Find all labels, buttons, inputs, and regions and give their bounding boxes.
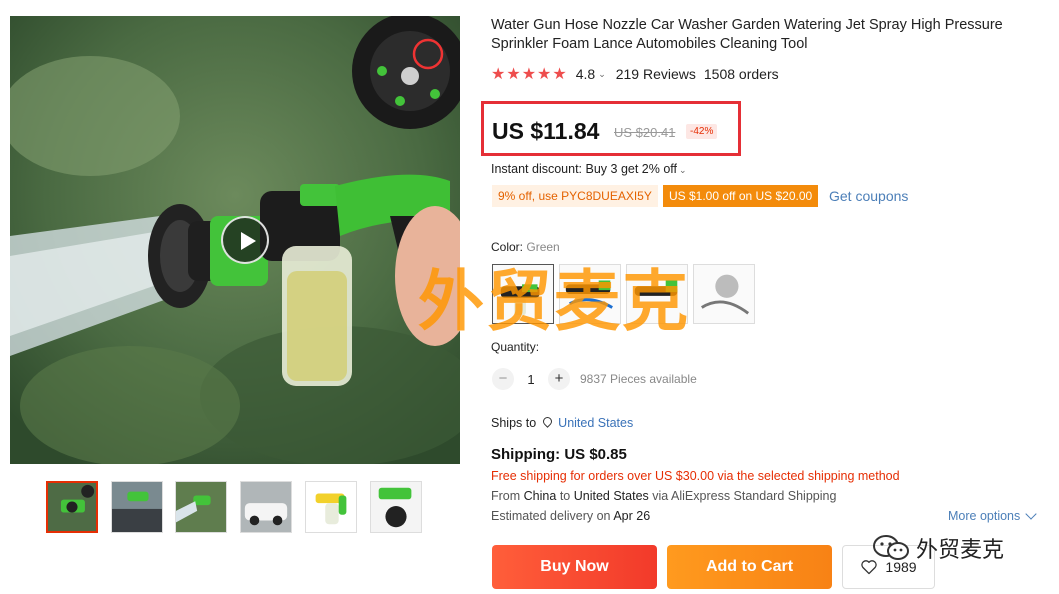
current-price: US $11.84 bbox=[492, 118, 600, 144]
estimated-delivery: Estimated delivery on Apr 26 bbox=[491, 509, 650, 523]
chevron-down-icon: ⌄ bbox=[679, 165, 687, 175]
instant-discount-text: Instant discount: Buy 3 get 2% off bbox=[491, 162, 677, 176]
color-swatch-0[interactable] bbox=[492, 264, 554, 324]
quantity-decrease-button[interactable]: − bbox=[492, 368, 514, 390]
add-to-cart-button[interactable]: Add to Cart bbox=[667, 545, 832, 589]
original-price: US $20.41 bbox=[614, 125, 676, 140]
shipping-route: From China to United States via AliExpre… bbox=[491, 489, 836, 503]
ships-to-country[interactable]: United States bbox=[558, 416, 633, 430]
chevron-down-icon bbox=[1025, 508, 1037, 520]
quantity-label: Quantity: bbox=[491, 340, 540, 354]
shipping-cost: Shipping: US $0.85 bbox=[491, 446, 627, 463]
buy-now-button[interactable]: Buy Now bbox=[492, 545, 657, 589]
ships-to-row: Ships to United States bbox=[491, 416, 633, 430]
play-video-button[interactable] bbox=[221, 216, 269, 264]
orders-count: 1508 orders bbox=[703, 66, 779, 82]
ships-to-label: Ships to bbox=[491, 416, 537, 430]
quantity-increase-button[interactable]: + bbox=[548, 368, 570, 390]
color-swatch-3[interactable] bbox=[693, 264, 755, 324]
heart-icon bbox=[861, 560, 878, 575]
thumbnail-4[interactable] bbox=[305, 481, 357, 533]
from-country: China bbox=[523, 489, 557, 503]
color-label-text: Color: bbox=[491, 240, 524, 254]
to-country: United States bbox=[573, 489, 649, 503]
from-prefix: From bbox=[491, 489, 521, 503]
shipping-method: via AliExpress Standard Shipping bbox=[652, 489, 837, 503]
thumbnail-2[interactable] bbox=[175, 481, 227, 533]
estimated-delivery-date: Apr 26 bbox=[613, 509, 651, 523]
thumbnail-1[interactable] bbox=[111, 481, 163, 533]
color-swatch-2[interactable] bbox=[626, 264, 688, 324]
color-selected-value: Green bbox=[526, 240, 560, 254]
product-title: Water Gun Hose Nozzle Car Washer Garden … bbox=[491, 17, 1003, 52]
location-pin-icon bbox=[543, 417, 552, 429]
wishlist-button[interactable]: 1989 bbox=[842, 545, 935, 589]
rating-value[interactable]: 4.8 bbox=[576, 66, 595, 82]
estimated-delivery-label: Estimated delivery on bbox=[491, 509, 611, 523]
instant-discount[interactable]: Instant discount: Buy 3 get 2% off ⌄ bbox=[491, 162, 697, 176]
store-coupon-badge[interactable]: US $1.00 off on US $20.00 bbox=[663, 185, 819, 207]
main-product-image[interactable] bbox=[10, 16, 460, 464]
quantity-stepper: − 1 + 9837 Pieces available bbox=[492, 368, 697, 390]
to-word: to bbox=[559, 489, 571, 503]
thumbnail-3[interactable] bbox=[240, 481, 292, 533]
wishlist-count: 1989 bbox=[885, 559, 917, 575]
thumbnail-5[interactable] bbox=[370, 481, 422, 533]
color-swatch-1[interactable] bbox=[559, 264, 621, 324]
chevron-down-icon[interactable]: ⌄ bbox=[598, 69, 606, 80]
reviews-count[interactable]: 219 Reviews bbox=[616, 66, 696, 82]
thumbnail-0[interactable] bbox=[46, 481, 98, 533]
rating-row: ★★★★★ 4.8 ⌄ 219 Reviews 1508 orders bbox=[491, 64, 779, 84]
quantity-value[interactable]: 1 bbox=[514, 372, 548, 387]
free-shipping-note: Free shipping for orders over US $30.00 … bbox=[491, 469, 900, 483]
more-options-label: More options bbox=[948, 509, 1021, 523]
quantity-available: 9837 Pieces available bbox=[580, 372, 697, 386]
color-label: Color: Green bbox=[491, 240, 560, 254]
get-coupons-link[interactable]: Get coupons bbox=[829, 188, 908, 204]
discount-badge: -42% bbox=[686, 124, 718, 139]
more-options-link[interactable]: More options bbox=[948, 508, 1037, 523]
coupon-code-badge[interactable]: 9% off, use PYC8DUEAXI5Y bbox=[492, 185, 658, 207]
star-rating-icon: ★★★★★ bbox=[491, 66, 568, 83]
